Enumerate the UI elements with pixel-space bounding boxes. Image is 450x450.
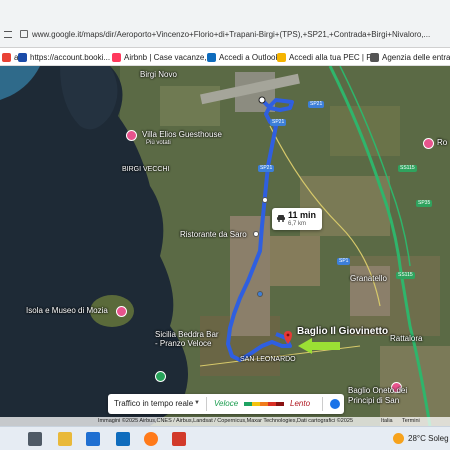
hotel-icon[interactable]	[423, 138, 434, 149]
divider	[206, 397, 207, 411]
place-label[interactable]: Sicilia Beddra Bar	[155, 330, 219, 339]
weather-sun-icon	[393, 433, 404, 444]
destination-label[interactable]: Baglio Il Giovinetto	[297, 326, 388, 337]
traffic-slow-label: Lento	[290, 399, 311, 408]
bookmark-label: https://account.booki...	[30, 52, 111, 62]
chevron-down-icon[interactable]: ▼	[194, 400, 200, 406]
bookmark-label: Accedi a Outlook	[219, 52, 280, 62]
place-label[interactable]: Birgi Novo	[140, 70, 177, 79]
store-icon[interactable]	[86, 432, 100, 446]
road-badge-sp21: SP21	[270, 119, 287, 126]
bookmark-label: Airbnb | Case vacanze,...	[124, 52, 214, 62]
place-label: - Pranzo Veloce	[155, 339, 212, 348]
attribution-link[interactable]: Termini	[402, 418, 420, 424]
place-label: Principi di San	[348, 396, 400, 405]
airbnb-icon	[112, 52, 121, 62]
traffic-color-swatch	[244, 402, 252, 406]
booking-icon	[18, 52, 27, 62]
taskbar: 28°C Soleg	[0, 426, 450, 450]
menu-icon[interactable]	[4, 31, 12, 38]
road-badge-sp21: SP21	[308, 101, 325, 108]
location-icon[interactable]	[155, 371, 166, 382]
bookmark-label: Agenzia delle entrate	[382, 52, 450, 62]
weather-text: 28°C Soleg	[408, 434, 449, 443]
route-duration: 11 min	[288, 210, 317, 220]
hotel-icon[interactable]	[126, 130, 137, 141]
bookmark-item[interactable]: Airbnb | Case vacanze,...	[112, 51, 213, 63]
browser-address-bar: www.google.it/maps/dir/Aeroporto+Vincenz…	[0, 0, 450, 48]
temperature: 28°C	[408, 434, 426, 443]
place-label[interactable]: Isola e Museo di Mozia	[26, 306, 108, 315]
agenzia-icon	[370, 52, 379, 62]
bookmarks-bar: a https://account.booki... Airbnb | Case…	[0, 48, 450, 66]
restaurant-icon[interactable]	[253, 231, 259, 237]
weather-condition: Soleg	[428, 434, 449, 443]
car-icon	[277, 215, 285, 222]
road-badge-sp21: SP21	[258, 165, 275, 172]
bookmark-item[interactable]: Agenzia delle entrate	[370, 51, 450, 63]
satellite-map[interactable]: 11 min 6,7 km SP21 SP21 SP21 SS115 SP35 …	[0, 66, 450, 426]
map-pin-icon[interactable]	[262, 197, 268, 203]
place-label[interactable]: Ristorante da Saro	[180, 230, 247, 239]
bookmark-item[interactable]: a	[2, 51, 18, 63]
url-field[interactable]: www.google.it/maps/dir/Aeroporto+Vincenz…	[32, 30, 430, 39]
bookmark-label: Accedi alla tua PEC | P...	[289, 52, 378, 62]
attribution-link[interactable]: Italia	[381, 418, 393, 424]
bookmark-item[interactable]: Accedi a Outlook	[207, 51, 279, 63]
firefox-icon[interactable]	[144, 432, 158, 446]
app-icon[interactable]	[172, 432, 186, 446]
traffic-label[interactable]: Traffico in tempo reale	[114, 399, 193, 408]
bookmark-icon	[2, 52, 11, 62]
bookmark-item[interactable]: Accedi alla tua PEC | P...	[277, 51, 377, 63]
divider	[322, 397, 323, 411]
lock-icon[interactable]	[20, 30, 28, 38]
place-sublabel: Più votati	[146, 140, 171, 146]
traffic-color-swatch	[260, 402, 268, 406]
map-imagery	[0, 66, 450, 426]
route-distance: 6,7 km	[288, 221, 307, 227]
place-label: BIRGI VECCHI	[122, 166, 170, 173]
place-label[interactable]: Rattalora	[390, 334, 422, 343]
road-badge-ss115: SS115	[398, 165, 417, 172]
museum-icon[interactable]	[116, 306, 127, 317]
traffic-color-swatch	[252, 402, 260, 406]
place-label[interactable]: Baglio Oneto dei	[348, 386, 407, 395]
pec-icon	[277, 52, 286, 62]
map-attribution: Immagini ©2025 Airbus,CNES / Airbus,Land…	[0, 417, 450, 426]
map-pin-icon[interactable]	[257, 291, 263, 297]
place-label[interactable]: Ro	[437, 138, 447, 147]
traffic-legend[interactable]: Traffico in tempo reale ▼ Veloce Lento	[108, 394, 344, 414]
place-label[interactable]: Villa Elios Guesthouse	[142, 130, 222, 139]
place-label: SAN LEONARDO	[240, 356, 296, 363]
outlook-icon[interactable]	[116, 432, 130, 446]
road-badge-ss115: SS115	[396, 272, 415, 279]
traffic-toggle[interactable]	[330, 399, 340, 409]
attribution-text: Immagini ©2025 Airbus,CNES / Airbus,Land…	[98, 418, 354, 424]
task-view-icon[interactable]	[28, 432, 42, 446]
road-badge-sp1: SP1	[337, 258, 351, 265]
route-duration-box[interactable]: 11 min 6,7 km	[272, 208, 322, 230]
file-explorer-icon[interactable]	[58, 432, 72, 446]
traffic-color-swatch	[268, 402, 276, 406]
bookmark-item[interactable]: https://account.booki...	[18, 51, 110, 63]
traffic-color-swatch	[276, 402, 284, 406]
road-badge-sp35: SP35	[416, 200, 433, 207]
place-label[interactable]: Granatello	[350, 274, 387, 283]
outlook-icon	[207, 52, 216, 62]
traffic-fast-label: Veloce	[214, 399, 239, 408]
